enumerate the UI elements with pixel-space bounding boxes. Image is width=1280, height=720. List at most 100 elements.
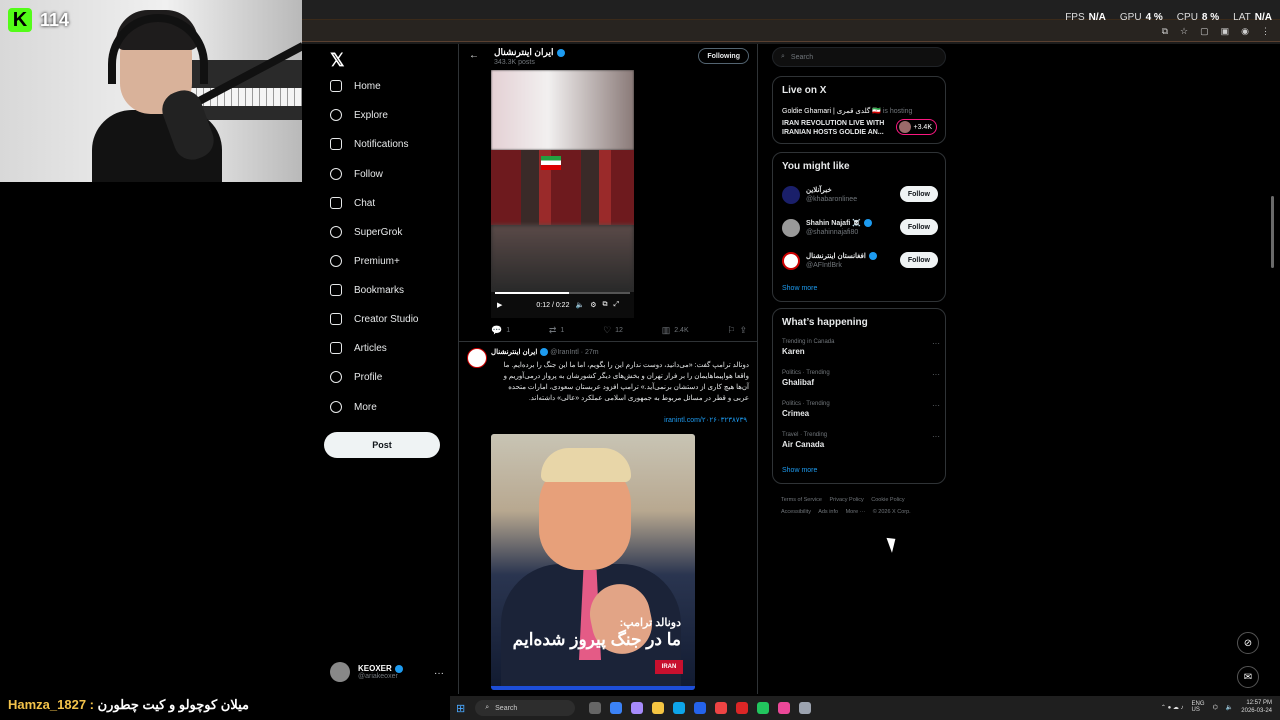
collections-icon[interactable]: ▢ bbox=[1200, 26, 1209, 37]
share-icon[interactable]: ⇪ bbox=[739, 325, 747, 336]
pip-icon[interactable]: ⧉ bbox=[602, 301, 607, 309]
reply-button[interactable]: 💬 1 bbox=[491, 325, 510, 336]
account-name: KEOXER bbox=[358, 664, 392, 673]
volume-icon[interactable]: 🔈 bbox=[1226, 704, 1233, 711]
volume-icon[interactable]: 🔈 bbox=[575, 301, 584, 309]
article-icon bbox=[330, 342, 342, 354]
store-icon[interactable] bbox=[694, 702, 707, 714]
settings-icon[interactable]: ⚙ bbox=[590, 301, 596, 309]
scrollbar[interactable] bbox=[1271, 196, 1274, 268]
footer-link[interactable]: Terms of Service bbox=[781, 497, 822, 503]
video-progress[interactable] bbox=[495, 292, 630, 294]
views-button[interactable]: ▥ 2.4K bbox=[662, 325, 689, 336]
follow-button[interactable]: Follow bbox=[899, 219, 938, 235]
address-bar[interactable] bbox=[302, 20, 1280, 42]
grok-icon[interactable]: ⊘ bbox=[1237, 632, 1259, 654]
follow-button[interactable]: Follow bbox=[899, 186, 938, 202]
profile-header: ← ایران اینترنشنال 343.3K posts Followin… bbox=[459, 44, 757, 70]
more-icon[interactable]: ··· bbox=[932, 432, 940, 441]
verified-icon bbox=[556, 48, 565, 57]
copilot-icon[interactable] bbox=[631, 702, 644, 714]
sidebar-item-notifications[interactable]: Notifications bbox=[330, 138, 408, 150]
sidebar-item-articles[interactable]: Articles bbox=[330, 342, 387, 354]
repost-button[interactable]: ⇄ 1 bbox=[549, 325, 564, 336]
follow-button[interactable]: Follow bbox=[899, 252, 938, 268]
post-count: 343.3K posts bbox=[494, 59, 535, 66]
avatar[interactable] bbox=[467, 348, 487, 368]
footer-link[interactable]: Accessibility bbox=[781, 509, 811, 515]
app-icon[interactable] bbox=[778, 702, 791, 714]
language-indicator[interactable]: ENG US bbox=[1192, 701, 1205, 713]
listener-count[interactable]: +3.4K bbox=[895, 119, 937, 135]
windows-start-icon[interactable]: ⊞ bbox=[456, 702, 465, 715]
sidebar-item-follow[interactable]: Follow bbox=[330, 168, 383, 180]
sidebar-item-bookmarks[interactable]: Bookmarks bbox=[330, 284, 404, 296]
sidebar-item-premium[interactable]: Premium+ bbox=[330, 255, 400, 267]
footer-link[interactable]: More ··· bbox=[846, 509, 866, 515]
space-title[interactable]: IRAN REVOLUTION LIVE WITH IRANIAN HOSTS … bbox=[782, 119, 898, 137]
edge-icon[interactable] bbox=[610, 702, 623, 714]
network-icon[interactable]: ⌬ bbox=[1213, 704, 1218, 711]
task-view-icon[interactable] bbox=[589, 702, 602, 714]
play-icon[interactable]: ▶ bbox=[497, 301, 502, 309]
show-more-link[interactable]: Show more bbox=[782, 467, 817, 474]
following-button[interactable]: Following bbox=[698, 48, 749, 64]
suggested-user[interactable]: Shahin Najafi ☠️ @shahinnajafi80 Follow bbox=[782, 216, 938, 242]
grok-app-icon[interactable] bbox=[799, 702, 812, 714]
edge-dev-icon[interactable] bbox=[673, 702, 686, 714]
viewer-count: 114 bbox=[40, 9, 70, 30]
menu-icon[interactable]: ⋮ bbox=[1261, 26, 1270, 37]
sidebar-item-creator-studio[interactable]: Creator Studio bbox=[330, 313, 418, 325]
favorite-icon[interactable]: ☆ bbox=[1180, 26, 1188, 37]
trend-item[interactable]: Politics · Trending Crimea ··· bbox=[782, 401, 940, 429]
image-caption-line1: دونالد ترامپ: bbox=[619, 617, 681, 629]
search-icon bbox=[330, 109, 342, 121]
tweet-image[interactable]: دونالد ترامپ: ما در جنگ پیروز شده‌ایم IR… bbox=[491, 434, 695, 690]
video-player[interactable]: ▶ 0:12 / 0:22 🔈 ⚙ ⧉ ⤢ bbox=[491, 70, 634, 318]
profile-icon[interactable]: ◉ bbox=[1241, 26, 1249, 37]
trend-item[interactable]: Travel · Trending Air Canada ··· bbox=[782, 432, 940, 460]
more-icon[interactable]: ··· bbox=[932, 401, 940, 410]
sidebar-item-profile[interactable]: Profile bbox=[330, 371, 382, 383]
more-icon[interactable]: ··· bbox=[932, 339, 940, 348]
tabs-icon[interactable]: ▣ bbox=[1221, 26, 1230, 37]
footer-links: Terms of Service Privacy Policy Cookie P… bbox=[781, 494, 941, 518]
bell-icon bbox=[330, 138, 342, 150]
account-switcher[interactable]: KEOXER @ariakeoxer ··· bbox=[330, 662, 452, 682]
back-arrow-icon[interactable]: ← bbox=[469, 50, 479, 61]
show-more-link[interactable]: Show more bbox=[782, 285, 817, 292]
extensions-icon[interactable]: ⧉ bbox=[1162, 26, 1168, 37]
footer-link[interactable]: Ads info bbox=[818, 509, 838, 515]
more-icon[interactable]: ··· bbox=[932, 370, 940, 379]
sidebar-item-more[interactable]: More bbox=[330, 401, 377, 413]
sidebar-item-chat[interactable]: Chat bbox=[330, 197, 375, 209]
messages-icon[interactable]: ✉ bbox=[1237, 666, 1259, 688]
search-input[interactable]: ⌕ Search bbox=[772, 47, 946, 67]
tray-icons[interactable]: ⌃ ● ☁ ♪ bbox=[1161, 704, 1184, 711]
bookmark-icon[interactable]: ⚐ bbox=[727, 325, 735, 336]
clock[interactable]: 12:57 PM 2026-03-24 bbox=[1241, 699, 1272, 715]
footer-link[interactable]: Privacy Policy bbox=[830, 497, 864, 503]
footer-link[interactable]: Cookie Policy bbox=[871, 497, 904, 503]
file-explorer-icon[interactable] bbox=[652, 702, 665, 714]
suggested-user[interactable]: افغانستان اینترنشنال @AFIntlBrk Follow bbox=[782, 249, 938, 275]
more-icon[interactable]: ··· bbox=[434, 668, 444, 679]
verified-icon bbox=[540, 348, 549, 357]
sidebar-item-explore[interactable]: Explore bbox=[330, 109, 388, 121]
like-button[interactable]: ♡ 12 bbox=[603, 325, 623, 336]
x-logo-icon[interactable]: 𝕏 bbox=[330, 50, 345, 71]
you-might-like-card: You might like خبرآنلاین @khabaronlinee … bbox=[772, 152, 946, 302]
spotify-icon[interactable] bbox=[757, 702, 770, 714]
tweet-link[interactable]: iranintl.com/۲۰۲۶۰۳۲۳۸۷۳۹ bbox=[664, 416, 747, 424]
trend-item[interactable]: Trending in Canada Karen ··· bbox=[782, 339, 940, 367]
mail-icon[interactable] bbox=[736, 702, 749, 714]
taskbar-search[interactable]: ⌕ Search bbox=[475, 700, 576, 716]
sidebar-item-home[interactable]: Home bbox=[330, 80, 381, 92]
suggested-user[interactable]: خبرآنلاین @khabaronlinee Follow bbox=[782, 183, 938, 209]
trend-item[interactable]: Politics · Trending Ghalibaf ··· bbox=[782, 370, 940, 398]
fullscreen-icon[interactable]: ⤢ bbox=[613, 301, 619, 309]
sidebar-item-supergrok[interactable]: SuperGrok bbox=[330, 226, 402, 238]
youtube-icon[interactable] bbox=[715, 702, 728, 714]
post-button[interactable]: Post bbox=[324, 432, 440, 458]
fps-stat: FPS N/A bbox=[1065, 12, 1106, 23]
